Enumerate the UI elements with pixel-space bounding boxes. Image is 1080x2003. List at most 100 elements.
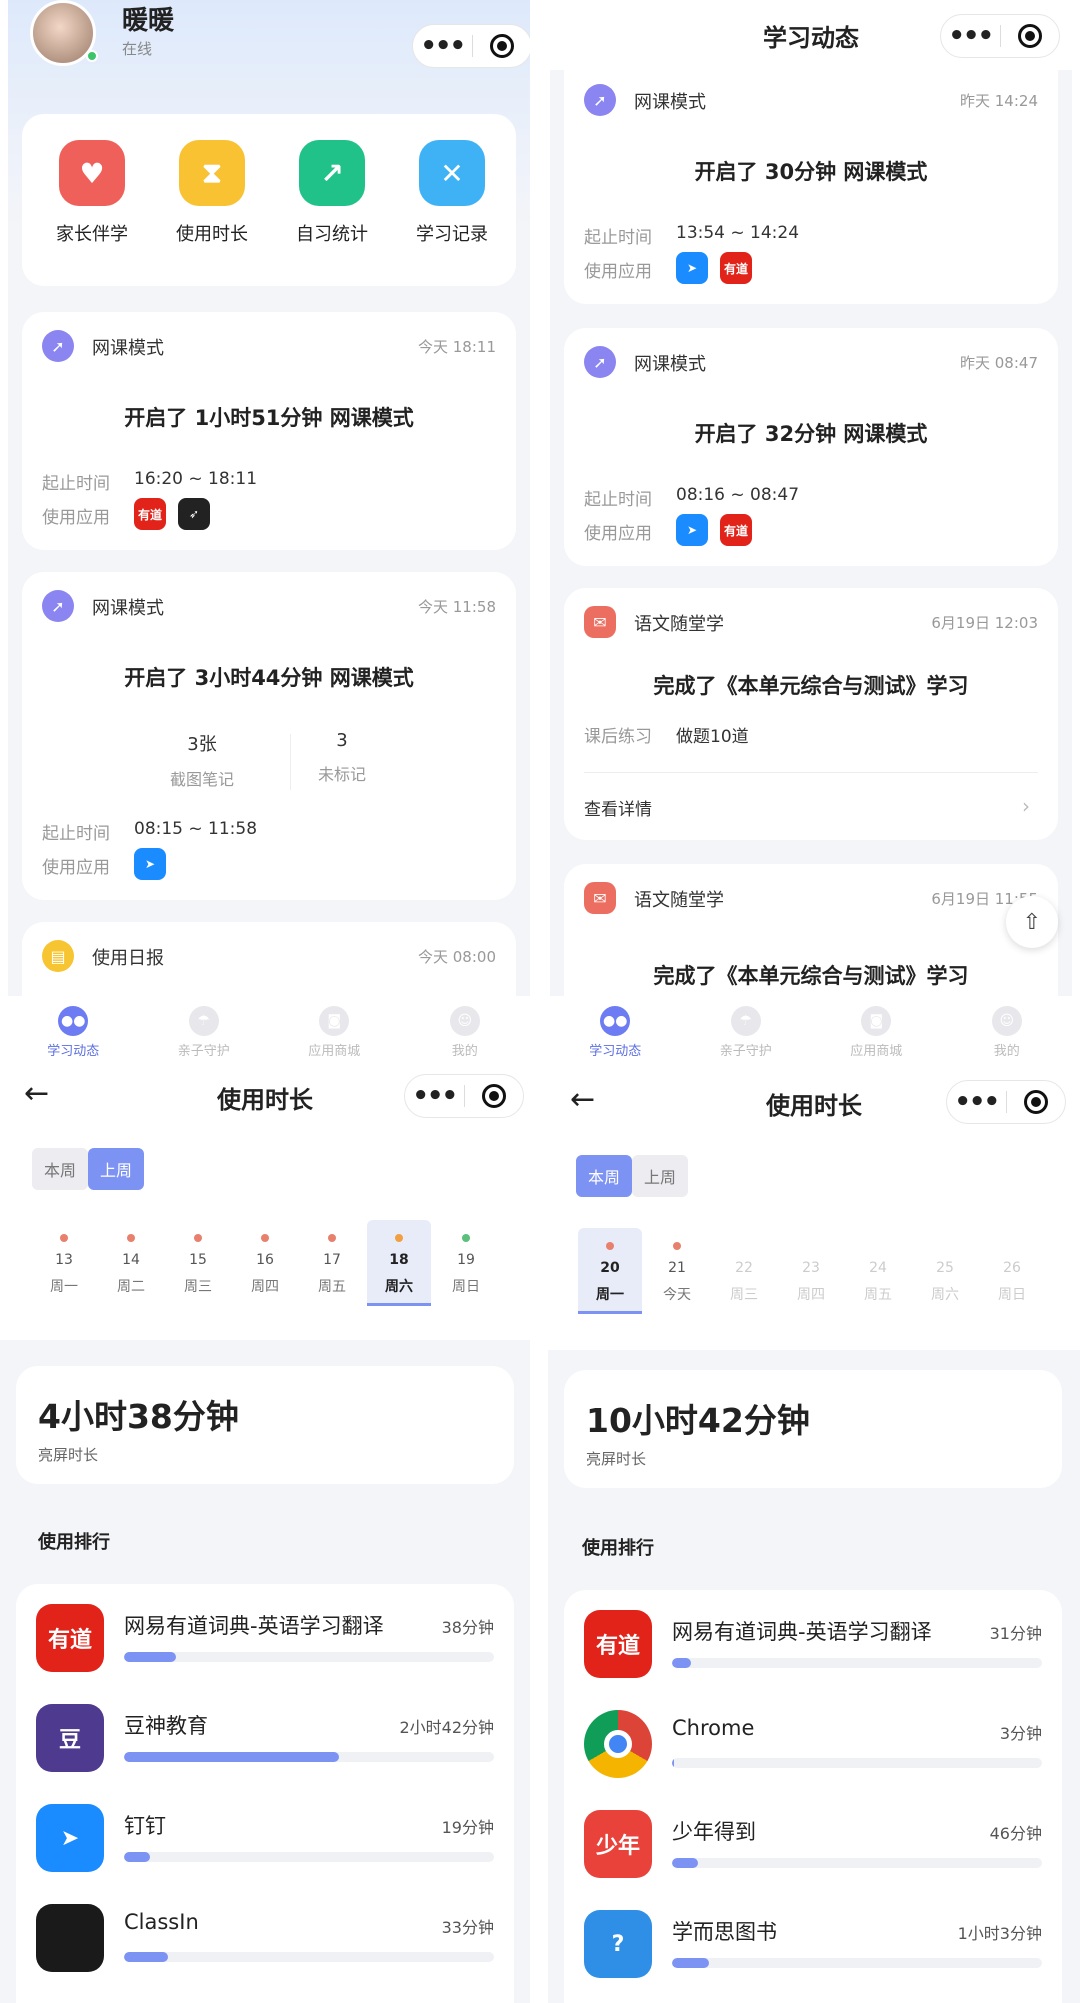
activity-card[interactable]: ➚ 网课模式 昨天 14:24 开启了 30分钟 网课模式 起止时间 13:54… <box>564 66 1058 304</box>
lesson-card[interactable]: ✉ 语文随堂学 6月19日 12:03 完成了《本单元综合与测试》学习 课后练习… <box>564 588 1058 840</box>
more-button[interactable]: ••• <box>413 26 472 66</box>
usage-progress-fill <box>124 1652 176 1662</box>
app-name: 网易有道词典-英语学习翻译 <box>124 1614 384 1638</box>
rank-row[interactable]: ? 学而思图书 1小时3分钟 <box>564 1910 1062 1990</box>
day-number: 24 <box>869 1260 887 1276</box>
hourglass-icon: ⧗ <box>179 140 245 206</box>
chevron-right-icon: › <box>1022 794 1030 818</box>
day-item[interactable]: 23 周四 <box>779 1228 843 1314</box>
more-button[interactable]: ••• <box>405 1076 464 1116</box>
day-item[interactable]: 13 周一 <box>32 1220 96 1306</box>
day-item[interactable]: 15 周三 <box>166 1220 230 1306</box>
last-week-button[interactable]: 上周 <box>632 1155 688 1197</box>
rank-row[interactable]: 有道 网易有道词典-英语学习翻译 38分钟 <box>16 1604 514 1684</box>
tab-study-feed[interactable]: ●● 学习动态 <box>550 996 681 1068</box>
range-value: 16:20 ~ 18:11 <box>134 469 258 489</box>
rank-row[interactable]: Chrome 3分钟 <box>564 1710 1062 1790</box>
last-week-button[interactable]: 上周 <box>88 1148 144 1190</box>
rank-row[interactable]: ClassIn 33分钟 <box>16 1904 514 1984</box>
tab-app-store[interactable]: ◙ 应用商城 <box>269 996 400 1068</box>
more-button[interactable]: ••• <box>941 16 1000 56</box>
day-item[interactable]: 24 周五 <box>846 1228 910 1314</box>
tab-parent-guard[interactable]: ☂ 亲子守护 <box>139 996 270 1068</box>
day-item[interactable]: 19 周日 <box>434 1220 498 1306</box>
this-week-button[interactable]: 本周 <box>576 1155 632 1197</box>
app-usage-time: 31分钟 <box>989 1624 1042 1643</box>
report-icon: ▤ <box>42 940 74 972</box>
tab-app-store[interactable]: ◙ 应用商城 <box>811 996 942 1068</box>
usage-progress-fill <box>124 1952 169 1962</box>
range-label: 起止时间 <box>584 228 652 248</box>
day-item[interactable]: 17 周五 <box>300 1220 364 1306</box>
rocket-icon: ➚ <box>42 590 74 622</box>
day-item[interactable]: 26 周日 <box>980 1228 1044 1314</box>
activity-card[interactable]: ➚ 网课模式 昨天 08:47 开启了 32分钟 网课模式 起止时间 08:16… <box>564 328 1058 566</box>
rank-row[interactable]: 少年 少年得到 46分钟 <box>564 1810 1062 1890</box>
usage-dot <box>1008 1242 1016 1250</box>
card-time: 6月19日 12:03 <box>931 614 1038 632</box>
usage-progress-bar <box>672 1958 1042 1968</box>
day-item[interactable]: 18 周六 <box>367 1220 431 1306</box>
stat-value: 3张 <box>187 734 217 755</box>
usage-progress-fill <box>124 1752 339 1762</box>
tab-mine[interactable]: ☺ 我的 <box>400 996 531 1068</box>
youdao-app-icon: 有道 <box>134 498 166 530</box>
close-target-button[interactable] <box>465 1084 524 1108</box>
day-item[interactable]: 22 周三 <box>712 1228 776 1314</box>
day-number: 13 <box>55 1252 73 1268</box>
day-item[interactable]: 14 周二 <box>99 1220 163 1306</box>
rank-row[interactable]: 有道 网易有道词典-英语学习翻译 31分钟 <box>564 1610 1062 1690</box>
close-target-button[interactable] <box>1007 1090 1066 1114</box>
usage-rank-list: 有道 网易有道词典-英语学习翻译 31分钟 Chrome 3分钟 少年 少年得到 46分钟 ? 学… <box>564 1590 1062 2003</box>
more-button[interactable]: ••• <box>947 1082 1006 1122</box>
rocket-fab[interactable]: ⇧ <box>1006 896 1058 948</box>
user-name: 暖暖 <box>122 6 175 36</box>
app-usage-time: 3分钟 <box>999 1724 1042 1743</box>
day-number: 22 <box>735 1260 753 1276</box>
this-week-button[interactable]: 本周 <box>32 1148 88 1190</box>
feature-study-record[interactable]: ✕ 学习记录 <box>392 140 512 246</box>
rocket-icon: ➚ <box>584 346 616 378</box>
youdao-app-icon: 有道 <box>720 514 752 546</box>
activity-card[interactable]: ➚ 网课模式 今天 18:11 开启了 1小时51分钟 网课模式 起止时间 16… <box>22 312 516 550</box>
feature-parent-study[interactable]: ♥ 家长伴学 <box>32 140 152 246</box>
unmarked-stat[interactable]: 3 未标记 <box>292 730 392 785</box>
usage-progress-bar <box>672 1658 1042 1668</box>
rank-title: 使用排行 <box>582 1538 654 1559</box>
tab-parent-guard[interactable]: ☂ 亲子守护 <box>681 996 812 1068</box>
mini-program-capsule: ••• <box>946 1080 1066 1124</box>
rank-row[interactable]: ➤ 钉钉 19分钟 <box>16 1804 514 1884</box>
feature-usage-time[interactable]: ⧗ 使用时长 <box>152 140 272 246</box>
day-item[interactable]: 25 周六 <box>913 1228 977 1314</box>
robot-icon: ●● <box>58 1005 89 1036</box>
usage-dot <box>462 1234 470 1242</box>
activity-card[interactable]: ➚ 网课模式 今天 11:58 开启了 3小时44分钟 网课模式 3张 截图笔记… <box>22 572 516 900</box>
app-name: 学而思图书 <box>672 1920 777 1944</box>
tab-study-feed[interactable]: ●● 学习动态 <box>8 996 139 1068</box>
usage-dot <box>807 1242 815 1250</box>
screenshot-notes-stat[interactable]: 3张 截图笔记 <box>142 730 262 790</box>
day-item[interactable]: 21 今天 <box>645 1228 709 1314</box>
heart-icon: ♥ <box>59 140 125 206</box>
mini-program-capsule: ••• <box>412 24 530 68</box>
card-time: 今天 18:11 <box>418 338 496 356</box>
day-item[interactable]: 20 周一 <box>578 1228 642 1314</box>
usage-progress-fill <box>672 1858 698 1868</box>
usage-dot <box>261 1234 269 1242</box>
usage-dot <box>874 1242 882 1250</box>
app-usage-time: 33分钟 <box>441 1918 494 1937</box>
total-time-card: 10小时42分钟 亮屏时长 <box>564 1370 1062 1488</box>
usage-progress-fill <box>672 1758 674 1768</box>
usage-dot <box>673 1242 681 1250</box>
card-title: 网课模式 <box>92 598 164 619</box>
app-usage-time: 2小时42分钟 <box>399 1718 494 1737</box>
close-target-button[interactable] <box>473 34 531 58</box>
close-target-button[interactable] <box>1001 24 1060 48</box>
apps-label: 使用应用 <box>42 858 110 878</box>
day-item[interactable]: 16 周四 <box>233 1220 297 1306</box>
rank-row[interactable]: 豆豆神教育 2小时42分钟 <box>16 1704 514 1784</box>
feature-label: 使用时长 <box>176 224 248 245</box>
tab-mine[interactable]: ☺ 我的 <box>942 996 1073 1068</box>
feature-self-study-stats[interactable]: ↗ 自习统计 <box>272 140 392 246</box>
view-details-link[interactable]: 查看详情 <box>584 795 652 820</box>
